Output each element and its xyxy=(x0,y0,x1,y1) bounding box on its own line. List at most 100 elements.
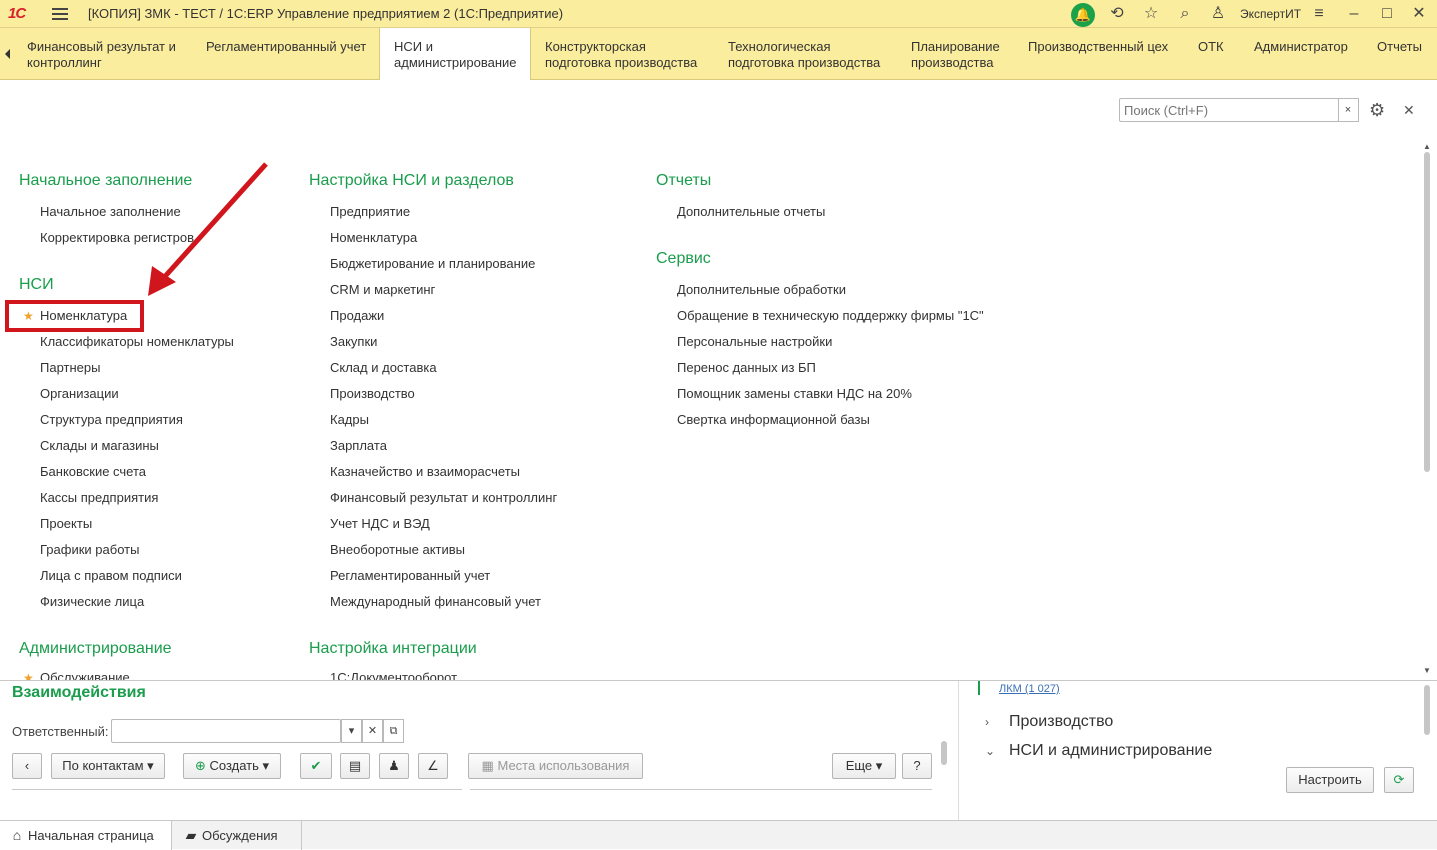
tree-item-production[interactable]: › Производство xyxy=(985,713,1113,731)
command-additional-reports[interactable]: Дополнительные отчеты xyxy=(677,204,825,219)
command-partners[interactable]: Партнеры xyxy=(40,360,100,375)
command-ifrs[interactable]: Международный финансовый учет xyxy=(330,594,541,609)
responsible-field[interactable] xyxy=(111,719,341,743)
command-warehouse-delivery[interactable]: Склад и доставка xyxy=(330,360,437,375)
search-clear-button[interactable]: × xyxy=(1338,98,1359,122)
configure-button[interactable]: Настроить xyxy=(1286,767,1374,793)
settings-menu-icon[interactable]: ≡ xyxy=(1309,4,1329,24)
command-individuals[interactable]: Физические лица xyxy=(40,594,144,609)
section-administrator[interactable]: Администратор xyxy=(1254,28,1364,80)
scroll-thumb[interactable] xyxy=(1424,685,1430,735)
responsible-label: Ответственный: xyxy=(12,724,109,739)
favorites-star-icon[interactable]: ☆ xyxy=(1141,4,1161,24)
open-icon[interactable]: ⧉ xyxy=(383,719,404,743)
help-button[interactable]: ? xyxy=(902,753,932,779)
command-crm[interactable]: CRM и маркетинг xyxy=(330,282,435,297)
command-hr[interactable]: Кадры xyxy=(330,412,369,427)
command-settings-nomenclature[interactable]: Номенклатура xyxy=(330,230,417,245)
main-scrollbar[interactable]: ▲ ▼ xyxy=(1421,142,1433,680)
lkm-link[interactable]: ЛКМ (1 027) xyxy=(999,683,1060,695)
document-icon[interactable]: ▤ xyxy=(340,753,370,779)
edit-icon[interactable]: ∠ xyxy=(418,753,448,779)
section-production-planning[interactable]: Планирование производства xyxy=(911,28,1021,80)
back-button[interactable]: ‹ xyxy=(12,753,42,779)
command-fixed-assets[interactable]: Внеоборотные активы xyxy=(330,542,465,557)
command-data-transfer[interactable]: Перенос данных из БП xyxy=(677,360,816,375)
panel-divider[interactable] xyxy=(958,681,959,821)
command-docflow[interactable]: 1С:Документооборот xyxy=(330,670,457,680)
section-regulated-accounting[interactable]: Регламентированный учет xyxy=(206,28,376,80)
scroll-thumb[interactable] xyxy=(941,741,947,765)
close-window-icon[interactable]: ✕ xyxy=(1409,4,1429,24)
clear-icon[interactable]: ✕ xyxy=(362,719,383,743)
by-contacts-button[interactable]: По контактам ▾ xyxy=(51,753,165,779)
command-bank-accounts[interactable]: Банковские счета xyxy=(40,464,146,479)
command-personal-settings[interactable]: Персональные настройки xyxy=(677,334,832,349)
user-name[interactable]: ЭкспертИТ xyxy=(1240,7,1301,21)
section-otk[interactable]: ОТК xyxy=(1198,28,1238,80)
command-purchases[interactable]: Закупки xyxy=(330,334,377,349)
section-design-preparation[interactable]: Конструкторская подготовка производства xyxy=(545,28,715,80)
tree-item-nsi-admin[interactable]: ⌄ НСИ и администрирование xyxy=(985,742,1212,760)
command-warehouses[interactable]: Склады и магазины xyxy=(40,438,159,453)
command-sales[interactable]: Продажи xyxy=(330,308,384,323)
left-scrollbar[interactable] xyxy=(939,727,949,791)
user-icon[interactable]: ♙ xyxy=(1208,4,1228,24)
command-nomenclature-classifiers[interactable]: Классификаторы номенклатуры xyxy=(40,334,234,349)
interactions-title: Взаимодействия xyxy=(12,684,146,701)
command-treasury[interactable]: Казначейство и взаиморасчеты xyxy=(330,464,520,479)
more-button[interactable]: Еще ▾ xyxy=(832,753,896,779)
section-tech-preparation[interactable]: Технологическая подготовка производства xyxy=(728,28,898,80)
command-financial-result[interactable]: Финансовый результат и контроллинг xyxy=(330,490,557,505)
close-icon[interactable]: ✕ xyxy=(1403,100,1419,120)
command-vat-rate-helper[interactable]: Помощник замены ставки НДС на 20% xyxy=(677,386,912,401)
command-tech-support[interactable]: Обращение в техническую поддержку фирмы … xyxy=(677,308,984,323)
command-infobase-collapse[interactable]: Свертка информационной базы xyxy=(677,412,870,427)
tab-discussions[interactable]: ▰ Обсуждения xyxy=(172,821,302,850)
command-vat[interactable]: Учет НДС и ВЭД xyxy=(330,516,430,531)
section-financial-result[interactable]: Финансовый результат и контроллинг xyxy=(27,28,197,80)
history-icon[interactable]: ⟲ xyxy=(1107,4,1127,24)
command-organizations[interactable]: Организации xyxy=(40,386,119,401)
checkmark-icon[interactable]: ✔ xyxy=(300,753,332,779)
command-enterprise[interactable]: Предприятие xyxy=(330,204,410,219)
command-regulated[interactable]: Регламентированный учет xyxy=(330,568,490,583)
section-label: Отчеты xyxy=(1377,39,1422,54)
command-cash-desks[interactable]: Кассы предприятия xyxy=(40,490,158,505)
usage-places-label: Места использования xyxy=(497,758,630,773)
notification-bell-icon[interactable]: 🔔 xyxy=(1071,3,1095,27)
dropdown-button[interactable]: ▾ xyxy=(341,719,362,743)
maximize-icon[interactable]: □ xyxy=(1377,4,1397,24)
create-button[interactable]: ⊕ Создать ▾ xyxy=(183,753,281,779)
refresh-icon[interactable]: ⟳ xyxy=(1384,767,1414,793)
command-enterprise-structure[interactable]: Структура предприятия xyxy=(40,412,183,427)
usage-places-button[interactable]: ▦ Места использования xyxy=(468,753,643,779)
minimize-icon[interactable]: – xyxy=(1344,4,1364,24)
search-icon[interactable]: ⌕ xyxy=(1175,4,1195,24)
section-production-shop[interactable]: Производственный цех xyxy=(1028,28,1188,80)
command-additional-processing[interactable]: Дополнительные обработки xyxy=(677,282,846,297)
section-nsi-admin[interactable]: НСИ и администрирование xyxy=(379,28,531,81)
section-reports[interactable]: Отчеты xyxy=(1377,28,1433,80)
right-scrollbar[interactable] xyxy=(1421,685,1433,751)
scroll-down-icon[interactable]: ▼ xyxy=(1423,666,1431,675)
main-menu-icon[interactable] xyxy=(52,6,68,22)
command-projects[interactable]: Проекты xyxy=(40,516,92,531)
search-input[interactable] xyxy=(1119,98,1339,122)
tab-home-page[interactable]: ⌂ Начальная страница xyxy=(0,821,172,850)
command-budgeting[interactable]: Бюджетирование и планирование xyxy=(330,256,535,271)
scroll-thumb[interactable] xyxy=(1424,152,1430,472)
command-maintenance[interactable]: Обслуживание xyxy=(40,670,130,680)
section-label: подготовка производства xyxy=(728,55,881,70)
scroll-up-icon[interactable]: ▲ xyxy=(1423,142,1431,151)
sections-panel: Финансовый результат и контроллинг Регла… xyxy=(0,28,1437,81)
section-label: Технологическая xyxy=(728,39,831,54)
command-work-schedules[interactable]: Графики работы xyxy=(40,542,139,557)
command-signatories[interactable]: Лица с правом подписи xyxy=(40,568,182,583)
chat-icon: ▰ xyxy=(185,827,197,843)
command-salary[interactable]: Зарплата xyxy=(330,438,387,453)
person-icon[interactable]: ♟ xyxy=(379,753,409,779)
scroll-left-icon[interactable] xyxy=(0,28,16,80)
command-production[interactable]: Производство xyxy=(330,386,415,401)
gear-icon[interactable]: ⚙ xyxy=(1369,100,1389,120)
